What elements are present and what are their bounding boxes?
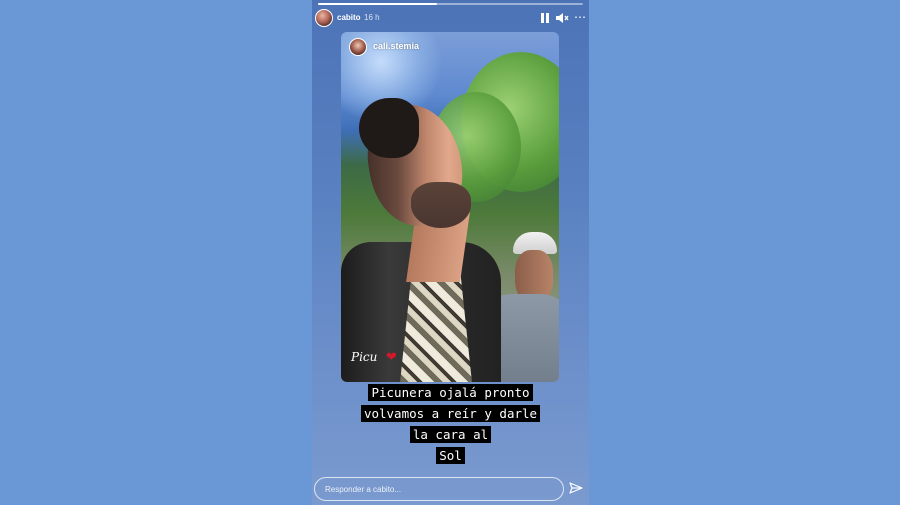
heart-icon: ❤ (386, 349, 397, 364)
story-header: cabito 16 h ⋯ (312, 9, 589, 27)
more-options-icon[interactable]: ⋯ (574, 10, 586, 24)
handwritten-label: Picu (351, 350, 378, 364)
story-progress-bar (318, 3, 583, 5)
story-username[interactable]: cabito (337, 13, 361, 22)
caption-line: la cara al (312, 424, 589, 445)
man-beard (411, 182, 471, 228)
story-timestamp: 16 h (364, 13, 380, 22)
story-photo[interactable]: cali.stemia Picu ❤ (341, 32, 559, 382)
reshared-username[interactable]: cali.stemia (373, 41, 419, 51)
volume-icon[interactable] (555, 12, 569, 24)
reply-input[interactable] (325, 483, 545, 495)
reply-box[interactable] (314, 477, 564, 501)
man-hair (359, 98, 419, 158)
story-progress-fill (318, 3, 438, 5)
send-icon[interactable] (569, 481, 583, 495)
caption-line: Picunera ojalá pronto (312, 382, 589, 403)
caption-line: Sol (312, 445, 589, 466)
avatar[interactable] (315, 9, 333, 27)
caption-line: volvamos a reír y darle (312, 403, 589, 424)
story-caption: Picunera ojalá pronto volvamos a reír y … (312, 382, 589, 466)
pause-icon[interactable] (541, 13, 549, 23)
story-viewer: cabito 16 h ⋯ cali.stemia Picu ❤ Picuner… (312, 0, 589, 505)
reshared-avatar[interactable] (349, 38, 367, 56)
